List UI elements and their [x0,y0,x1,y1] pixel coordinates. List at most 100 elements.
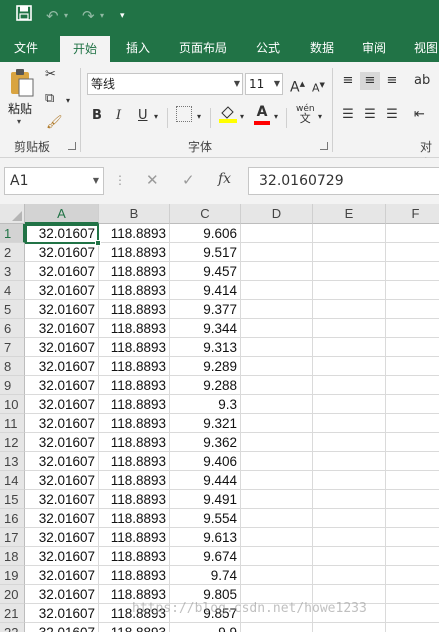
cell[interactable] [386,395,439,414]
cell[interactable]: 32.01607 [25,471,99,490]
cell[interactable] [386,224,439,243]
cell[interactable] [313,604,386,623]
cell[interactable] [386,433,439,452]
cell[interactable] [386,243,439,262]
cell[interactable]: 9.74 [170,566,241,585]
cell[interactable] [241,509,313,528]
shrink-font-icon[interactable]: A▼ [312,76,325,98]
cell[interactable] [313,528,386,547]
borders-dropdown-icon[interactable]: ▾ [197,108,201,126]
cell[interactable]: 32.01607 [25,281,99,300]
cell[interactable] [313,395,386,414]
cell[interactable]: 32.01607 [25,224,99,243]
cell[interactable] [241,262,313,281]
cell[interactable]: 118.8893 [99,566,170,585]
cell[interactable]: 32.01607 [25,585,99,604]
cell[interactable] [386,338,439,357]
cell[interactable]: 118.8893 [99,623,170,632]
cell[interactable]: 9.344 [170,319,241,338]
cell[interactable] [241,300,313,319]
cell[interactable] [313,471,386,490]
cell[interactable] [386,509,439,528]
cell[interactable] [386,528,439,547]
fill-color-dropdown-icon[interactable]: ▾ [240,108,244,126]
cell[interactable] [386,604,439,623]
cell[interactable]: 9.674 [170,547,241,566]
cell[interactable]: 32.01607 [25,414,99,433]
cell[interactable]: 9.457 [170,262,241,281]
row-header[interactable]: 2 [0,243,25,262]
cell[interactable] [313,414,386,433]
cell[interactable]: 32.01607 [25,395,99,414]
cell[interactable]: 9.517 [170,243,241,262]
row-header[interactable]: 20 [0,585,25,604]
cell[interactable] [241,604,313,623]
row-header[interactable]: 8 [0,357,25,376]
row-header[interactable]: 21 [0,604,25,623]
underline-dropdown-icon[interactable]: ▾ [154,108,158,126]
cell[interactable] [313,452,386,471]
cell[interactable] [386,262,439,281]
name-box[interactable]: A1 ▼ [4,167,104,195]
column-header-c[interactable]: C [170,204,241,224]
cell[interactable] [241,528,313,547]
paste-icon[interactable] [8,68,36,98]
cell[interactable] [241,338,313,357]
cell[interactable] [241,243,313,262]
undo-icon[interactable]: ↶ [46,5,59,27]
cell[interactable] [241,490,313,509]
cell[interactable]: 9.554 [170,509,241,528]
tab-home[interactable]: 开始 [60,36,110,62]
cell[interactable]: 118.8893 [99,319,170,338]
cell[interactable] [386,623,439,632]
cell[interactable]: 9.444 [170,471,241,490]
row-header[interactable]: 13 [0,452,25,471]
cell[interactable] [386,547,439,566]
cell[interactable]: 118.8893 [99,243,170,262]
cell[interactable] [386,376,439,395]
tab-file[interactable]: 文件 [0,34,52,62]
column-header-d[interactable]: D [241,204,313,224]
cell[interactable]: 118.8893 [99,338,170,357]
row-header[interactable]: 10 [0,395,25,414]
cell[interactable] [241,414,313,433]
align-right-icon[interactable]: ☰ [384,106,400,124]
enter-icon[interactable]: ✓ [182,171,195,189]
cell[interactable]: 9.406 [170,452,241,471]
italic-button[interactable]: I [116,107,121,125]
row-header[interactable]: 12 [0,433,25,452]
row-header[interactable]: 11 [0,414,25,433]
cell[interactable] [386,490,439,509]
fill-handle[interactable] [95,240,101,246]
cell[interactable]: 32.01607 [25,566,99,585]
cell[interactable] [241,547,313,566]
undo-dropdown-icon[interactable]: ▾ [64,5,68,27]
cell[interactable] [241,471,313,490]
cell[interactable]: 9.857 [170,604,241,623]
column-header-b[interactable]: B [99,204,170,224]
cell[interactable] [313,319,386,338]
cell[interactable] [386,414,439,433]
cell[interactable] [313,376,386,395]
cell[interactable]: 118.8893 [99,452,170,471]
cell[interactable] [241,357,313,376]
cell[interactable]: 118.8893 [99,376,170,395]
cut-icon[interactable]: ✂ [45,66,56,84]
cell[interactable] [386,585,439,604]
underline-button[interactable]: U [138,107,148,125]
cell[interactable] [241,376,313,395]
fill-color-icon[interactable] [219,104,237,130]
cell[interactable]: 118.8893 [99,357,170,376]
cell[interactable]: 118.8893 [99,224,170,243]
cell[interactable] [313,623,386,632]
cell[interactable] [386,452,439,471]
paste-dropdown-icon[interactable]: ▾ [17,117,21,126]
cell[interactable]: 32.01607 [25,623,99,632]
cell[interactable] [241,224,313,243]
cell[interactable] [386,471,439,490]
phonetic-guide-icon[interactable]: wén 文 [296,104,315,125]
row-header[interactable]: 19 [0,566,25,585]
redo-icon[interactable]: ↷ [82,5,95,27]
column-header-e[interactable]: E [313,204,386,224]
font-color-icon[interactable]: A [254,103,270,125]
